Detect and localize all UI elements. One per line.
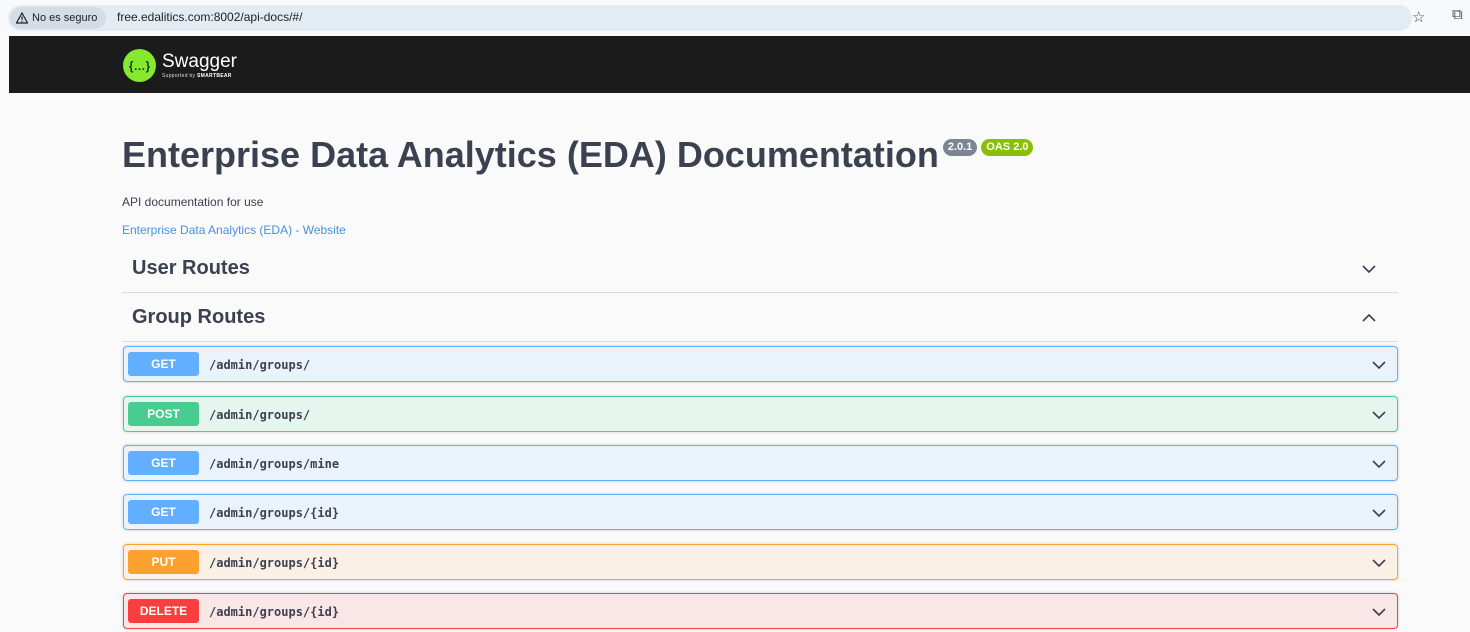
tag-title: User Routes xyxy=(132,257,250,279)
bookmark-star-icon[interactable]: ☆ xyxy=(1412,8,1425,26)
logo-name: Swagger xyxy=(162,51,237,72)
url-text[interactable]: free.edalitics.com:8002/api-docs/#/ xyxy=(117,10,302,24)
operation-get-group-by-id[interactable]: GET /admin/groups/{id} xyxy=(123,494,1398,530)
operation-path: /admin/groups/ xyxy=(209,358,311,372)
swagger-logo[interactable]: {…} Swagger Supported by SMARTBEAR xyxy=(123,49,237,82)
swagger-logo-icon: {…} xyxy=(123,49,156,82)
security-chip[interactable]: No es seguro xyxy=(10,7,107,29)
operation-get-groups[interactable]: GET /admin/groups/ xyxy=(123,346,1398,382)
operation-path: /admin/groups/{id} xyxy=(209,556,340,570)
chevron-up-icon[interactable] xyxy=(1360,309,1378,327)
version-badge: 2.0.1 xyxy=(942,139,978,156)
api-description: API documentation for use xyxy=(122,195,264,209)
method-badge: GET xyxy=(128,500,199,524)
api-title: Enterprise Data Analytics (EDA) Document… xyxy=(122,134,939,175)
operation-path: /admin/groups/mine xyxy=(209,457,340,471)
tag-title: Group Routes xyxy=(132,306,266,328)
tag-group-routes[interactable]: Group Routes xyxy=(122,292,1398,342)
extensions-icon[interactable]: ⧉ xyxy=(1452,6,1463,23)
method-badge: PUT xyxy=(128,550,199,574)
chevron-down-icon[interactable] xyxy=(1370,554,1388,572)
chevron-down-icon[interactable] xyxy=(1370,603,1388,621)
website-link[interactable]: Enterprise Data Analytics (EDA) - Websit… xyxy=(122,223,346,237)
swagger-topbar: {…} Swagger Supported by SMARTBEAR xyxy=(9,36,1470,93)
method-badge: GET xyxy=(128,451,199,475)
method-badge: GET xyxy=(128,352,199,376)
method-badge: DELETE xyxy=(128,599,199,623)
page-title: Enterprise Data Analytics (EDA) Document… xyxy=(122,134,1034,176)
operation-get-groups-mine[interactable]: GET /admin/groups/mine xyxy=(123,445,1398,481)
operation-post-groups[interactable]: POST /admin/groups/ xyxy=(123,396,1398,432)
chevron-down-icon[interactable] xyxy=(1370,406,1388,424)
tag-user-routes[interactable]: User Routes xyxy=(122,243,1398,293)
operation-path: /admin/groups/ xyxy=(209,408,311,422)
browser-address-bar: No es seguro free.edalitics.com:8002/api… xyxy=(0,0,1470,36)
operation-path: /admin/groups/{id} xyxy=(209,506,340,520)
security-label: No es seguro xyxy=(32,12,98,24)
operation-path: /admin/groups/{id} xyxy=(209,605,340,619)
chevron-down-icon[interactable] xyxy=(1370,356,1388,374)
method-badge: POST xyxy=(128,402,199,426)
logo-subtitle: Supported by SMARTBEAR xyxy=(162,73,232,79)
operation-put-group-by-id[interactable]: PUT /admin/groups/{id} xyxy=(123,544,1398,580)
chevron-down-icon[interactable] xyxy=(1370,504,1388,522)
oas-badge: OAS 2.0 xyxy=(981,139,1034,156)
warning-icon xyxy=(16,12,28,24)
chevron-down-icon[interactable] xyxy=(1370,455,1388,473)
chevron-down-icon[interactable] xyxy=(1360,260,1378,278)
operation-delete-group-by-id[interactable]: DELETE /admin/groups/{id} xyxy=(123,593,1398,629)
